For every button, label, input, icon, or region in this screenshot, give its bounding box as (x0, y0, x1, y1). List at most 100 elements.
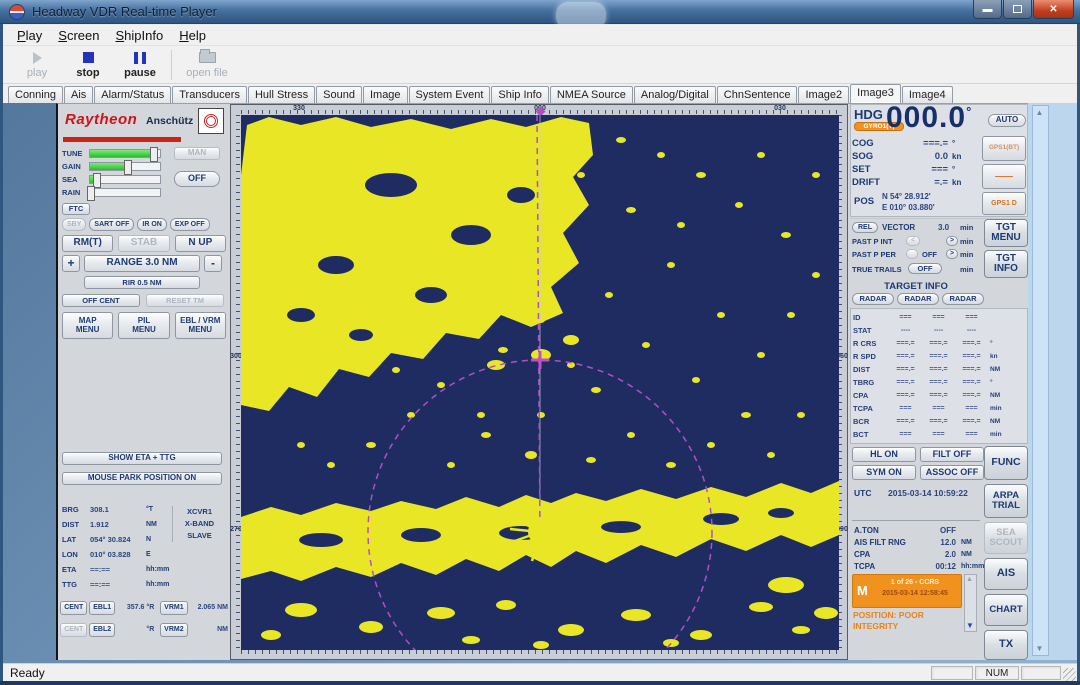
scrollbar-up-icon[interactable]: ▲ (1032, 105, 1047, 120)
slider-track[interactable] (89, 149, 161, 158)
menu-item[interactable]: Help (171, 26, 214, 45)
gps1d-button[interactable]: GPS1 D (982, 192, 1026, 215)
ebl2-button[interactable]: EBL2 (89, 623, 115, 637)
content-scrollbar[interactable]: ▲ ▼ (1028, 103, 1077, 660)
proc-button[interactable]: IR ON (137, 218, 166, 231)
play-button[interactable]: play (17, 48, 57, 82)
menu-button[interactable]: MAPMENU (62, 312, 113, 339)
tab[interactable]: Analog/Digital (634, 86, 716, 103)
tab[interactable]: Hull Stress (248, 86, 315, 103)
maximize-button[interactable] (1003, 0, 1032, 19)
range-button[interactable]: RANGE 3.0 NM (84, 255, 200, 272)
slider-track[interactable] (89, 162, 161, 171)
sea-scout-button[interactable]: SEASCOUT (984, 522, 1028, 554)
filt-off-button[interactable]: FILT OFF (920, 447, 984, 462)
slider-track[interactable] (89, 175, 161, 184)
mouse-park-button[interactable]: MOUSE PARK POSITION ON (62, 472, 222, 485)
alert-line1: 1 of 26 - CCRS (871, 579, 959, 586)
chart-button[interactable]: CHART (984, 594, 1028, 626)
scrollbar-down-icon[interactable]: ▼ (1032, 641, 1047, 656)
tgt-info-button[interactable]: TGTINFO (984, 250, 1028, 278)
slider-row: TUNE (62, 148, 170, 158)
tab[interactable]: Conning (8, 86, 63, 103)
minimize-button[interactable]: ▬ (973, 0, 1002, 19)
ftc-button[interactable]: FTC (62, 203, 90, 215)
mode-button[interactable]: RM(T) (62, 235, 113, 252)
menu-button[interactable]: EBL / VRMMENU (175, 312, 226, 339)
show-eta-ttg-button[interactable]: SHOW ETA + TTG (62, 452, 222, 465)
open-file-button[interactable]: open file (179, 48, 235, 82)
past-int-inc-button[interactable]: > (946, 236, 958, 246)
dash-source-button[interactable]: —— (982, 164, 1026, 189)
mode-button[interactable]: N UP (175, 235, 226, 252)
range-minus-button[interactable]: - (204, 255, 222, 272)
radar-source-button[interactable]: RADAR (942, 293, 984, 305)
tgt-menu-button[interactable]: TGTMENU (984, 219, 1028, 247)
off-button[interactable]: OFF (174, 171, 220, 187)
tab[interactable]: NMEA Source (550, 86, 633, 103)
sym-on-button[interactable]: SYM ON (852, 465, 916, 480)
proc-button[interactable]: SBY (62, 218, 86, 231)
proc-button[interactable]: SART OFF (89, 218, 134, 231)
tab[interactable]: Alarm/Status (94, 86, 171, 103)
true-trails-button[interactable]: OFF (908, 263, 942, 274)
ebl1-button[interactable]: EBL1 (89, 601, 115, 615)
tab[interactable]: System Event (409, 86, 491, 103)
tab[interactable]: Ship Info (491, 86, 548, 103)
cent2-button[interactable]: CENT (60, 623, 87, 637)
menu-item[interactable]: ShipInfo (108, 26, 172, 45)
assoc-off-button[interactable]: ASSOC OFF (920, 465, 984, 480)
close-button[interactable]: ✕ (1033, 0, 1074, 19)
vrm2-button[interactable]: VRM2 (160, 623, 187, 637)
alert-box[interactable]: M 1 of 26 - CCRS 2015-03-14 12:58:45 (852, 574, 962, 608)
rel-vector-button[interactable]: REL (852, 222, 878, 233)
tab[interactable]: ChnSentence (717, 86, 798, 103)
scrollbar-track[interactable] (1032, 105, 1049, 656)
arpa-trial-button[interactable]: ARPATRIAL (984, 484, 1028, 518)
alert-scrollbar[interactable]: ▲ ▼ (964, 574, 977, 632)
past-per-label: PAST P PER (852, 250, 896, 259)
auto-button[interactable]: AUTO (988, 114, 1026, 127)
menu-item[interactable]: Screen (50, 26, 107, 45)
func-button[interactable]: FUNC (984, 446, 1028, 480)
tab[interactable]: Image2 (798, 86, 849, 103)
scroll-up-icon[interactable]: ▲ (966, 576, 973, 583)
off-cent-button[interactable]: OFF CENT (62, 294, 140, 307)
radar-source-button[interactable]: RADAR (897, 293, 939, 305)
radar-source-button[interactable]: RADAR (852, 293, 894, 305)
tab[interactable]: Sound (316, 86, 362, 103)
rir-button[interactable]: RIR 0.5 NM (84, 276, 200, 289)
tx-button[interactable]: TX (984, 630, 1028, 660)
proc-button[interactable]: EXP OFF (170, 218, 210, 231)
slider-track[interactable] (89, 188, 161, 197)
past-per-inc-button[interactable]: > (946, 249, 958, 259)
hl-on-button[interactable]: HL ON (852, 447, 916, 462)
tab[interactable]: Ais (64, 86, 93, 103)
reset-tm-button[interactable]: RESET TM (146, 294, 224, 307)
past-int-dec-button[interactable]: < (906, 236, 920, 246)
title-bar[interactable]: Headway VDR Real-time Player ▬ ✕ (0, 0, 1080, 24)
radar-field[interactable] (241, 115, 839, 650)
pause-button[interactable]: pause (117, 48, 163, 82)
cent1-button[interactable]: CENT (60, 601, 87, 615)
gps1bt-button[interactable]: GPS1(BT) (982, 136, 1026, 161)
alert-badge: M (857, 583, 868, 598)
ais-button[interactable]: AIS (984, 558, 1028, 590)
bearing-label-030: 030 (771, 105, 789, 112)
radar-scope[interactable]: 330 000 030 300 270 060 090 (230, 104, 848, 660)
menu-item[interactable]: Play (9, 26, 50, 45)
tab[interactable]: Image (363, 86, 408, 103)
man-button[interactable]: MAN (174, 147, 220, 160)
range-plus-button[interactable]: + (62, 255, 80, 272)
resize-grip[interactable] (1063, 668, 1076, 681)
stop-button[interactable]: stop (65, 48, 111, 82)
vrm1-button[interactable]: VRM1 (160, 601, 187, 615)
tab[interactable]: Transducers (172, 86, 247, 103)
mode-button[interactable]: STAB (118, 235, 169, 252)
scroll-down-icon[interactable]: ▼ (966, 621, 974, 630)
slider-fill (90, 189, 92, 196)
past-per-dec-button[interactable] (906, 249, 918, 259)
ebl1-bearing-unit: °R (146, 604, 158, 611)
menu-button[interactable]: PILMENU (118, 312, 169, 339)
tab[interactable]: Image3 (850, 84, 901, 103)
